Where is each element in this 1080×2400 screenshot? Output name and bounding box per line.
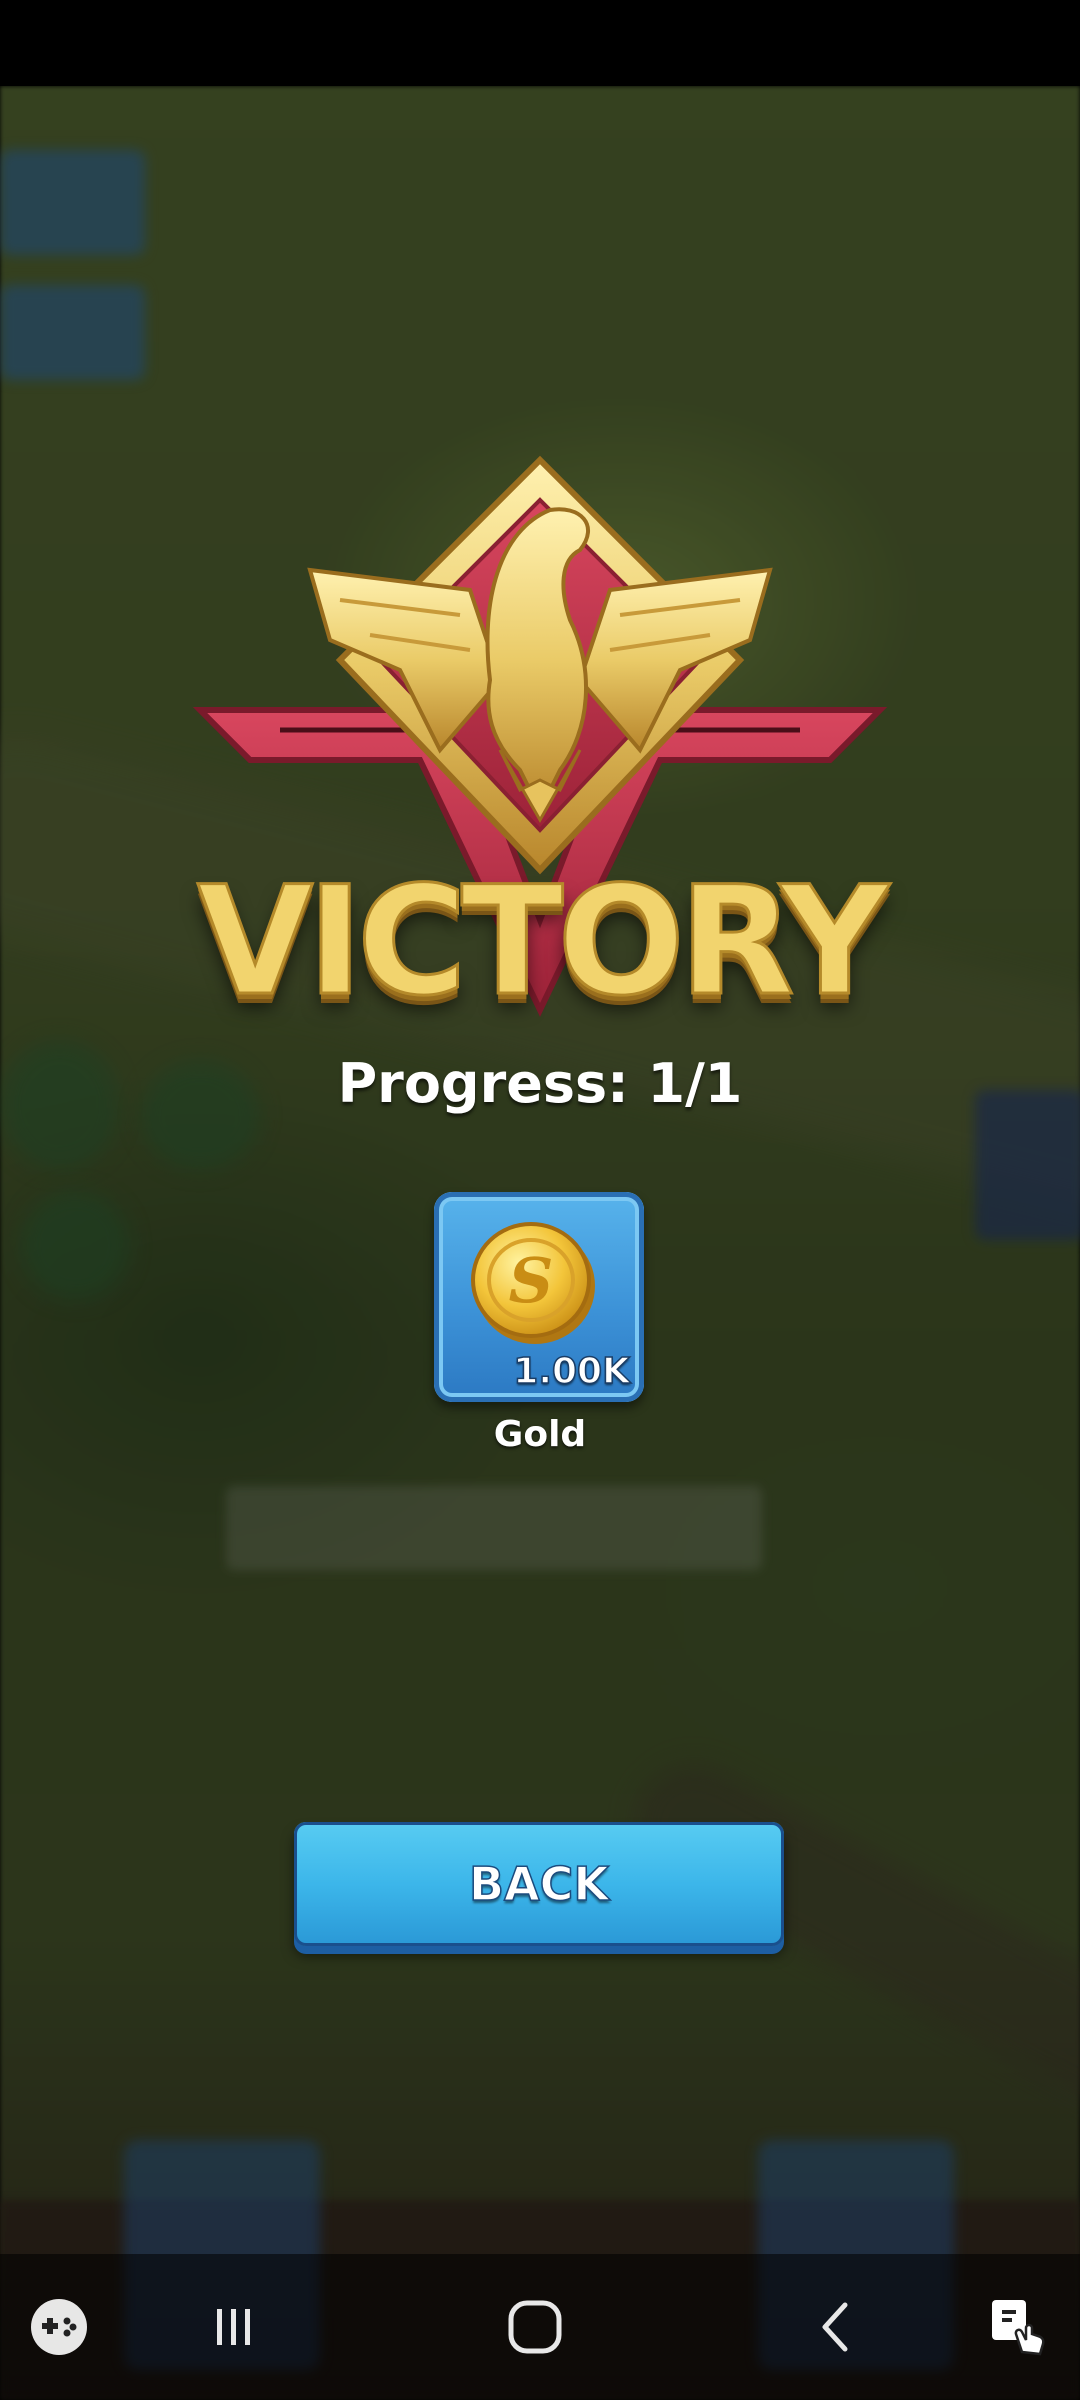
back-button[interactable]: BACK <box>294 1822 784 1946</box>
game-tools-icon[interactable] <box>22 2290 96 2364</box>
progress-text: Progress: 1/1 <box>337 1052 743 1115</box>
back-icon[interactable] <box>800 2290 874 2364</box>
reward-label: Gold <box>493 1414 587 1455</box>
system-navigation-bar <box>0 2254 1080 2400</box>
gold-coin-icon: S <box>471 1222 595 1344</box>
recent-apps-icon[interactable] <box>196 2290 270 2364</box>
back-button-label: BACK <box>468 1856 610 1912</box>
home-icon[interactable] <box>498 2290 572 2364</box>
screen-touch-icon[interactable] <box>982 2290 1056 2364</box>
reward-item-card[interactable]: S 1.00K <box>434 1192 644 1402</box>
victory-title: VICTORY <box>196 854 891 1031</box>
status-bar <box>0 0 1080 86</box>
reward-amount: 1.00K <box>513 1350 631 1393</box>
game-screen: VICTORY Progress: 1/1 S 1.00K Gold BACK <box>0 0 1080 2400</box>
svg-text:S: S <box>509 1244 554 1317</box>
